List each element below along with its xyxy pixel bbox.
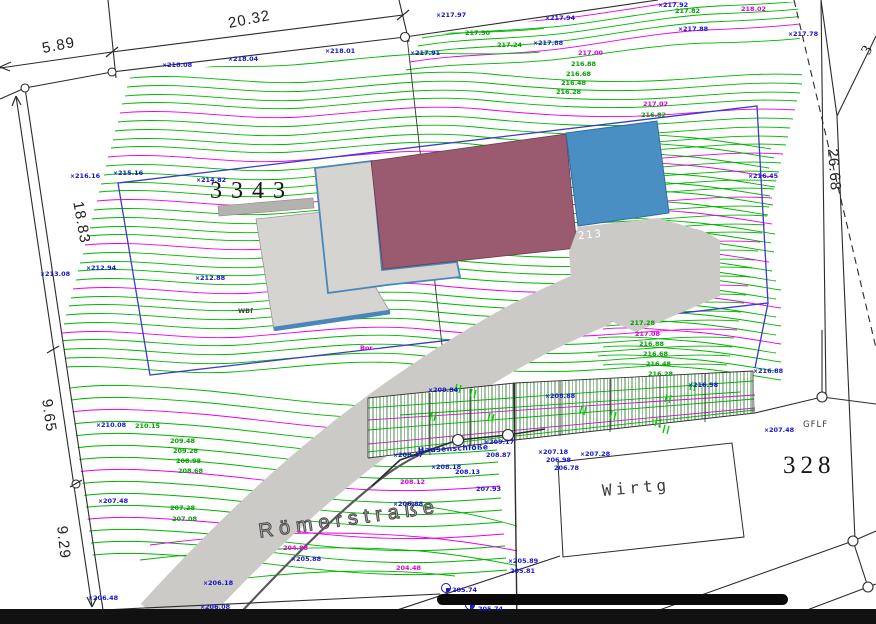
point-label: 217.88 <box>678 26 708 33</box>
point-label: 216.68 <box>566 71 591 78</box>
point-label: 206.88 <box>393 501 423 508</box>
point-label: 210.15 <box>135 423 160 430</box>
point-label: 204.88 <box>283 545 308 552</box>
point-label: 216.68 <box>643 351 668 358</box>
point-label: 217.94 <box>545 15 575 22</box>
point-label: 204.48 <box>396 565 421 572</box>
point-label: 214.82 <box>196 177 226 184</box>
point-label: 217.78 <box>788 31 818 38</box>
point-label: 205.81 <box>510 568 535 575</box>
point-label: 217.50 <box>465 30 490 37</box>
point-label: 206.48 <box>88 595 118 602</box>
point-label: 205.74 <box>452 587 477 594</box>
point-label: 217.28 <box>630 320 655 327</box>
point-label: 217.91 <box>410 50 440 57</box>
point-label: 215.16 <box>113 170 143 177</box>
point-label: 216.88 <box>571 61 596 68</box>
point-label: 207.48 <box>764 427 794 434</box>
point-label: 208.47 <box>393 452 423 459</box>
point-label: 217.24 <box>497 42 522 49</box>
point-label: 218.08 <box>162 62 192 69</box>
point-label: 205.74 <box>478 606 503 613</box>
point-label: Bor <box>360 345 373 352</box>
point-label: 218.04 <box>228 56 258 63</box>
point-label: 207.28 <box>170 505 195 512</box>
point-label: 209.48 <box>170 438 195 445</box>
point-label: 217.00 <box>578 50 603 57</box>
point-label: 206.98 <box>546 457 571 464</box>
point-label: 213.08 <box>40 271 70 278</box>
point-label: 216.45 <box>748 173 778 180</box>
point-label: 206.78 <box>554 465 579 472</box>
point-labels-layer: 218.08 218.04 218.01 217.91 217.97 217.94 217.… <box>0 0 876 624</box>
point-label: 216.82 <box>641 112 666 119</box>
point-label: 207.93 <box>476 486 501 493</box>
point-label: 208.87 <box>486 452 511 459</box>
point-label: 217.08 <box>635 331 660 338</box>
point-label: 208.12 <box>400 479 425 486</box>
point-label: 216.16 <box>70 173 100 180</box>
point-label: 205.89 <box>508 558 538 565</box>
point-label: 206.18 <box>203 580 233 587</box>
point-label: 216.48 <box>561 80 586 87</box>
point-label: 209.84 <box>428 387 458 394</box>
point-label: 209.28 <box>173 448 198 455</box>
point-label: 217.97 <box>436 12 466 19</box>
point-label: 217.88 <box>533 40 563 47</box>
point-label: 208.68 <box>178 468 203 475</box>
point-label: WBf <box>238 308 253 315</box>
point-label: 208.88 <box>545 393 575 400</box>
point-label: 212.88 <box>195 275 225 282</box>
point-label: 208.98 <box>176 458 201 465</box>
point-label: 206.08 <box>200 604 230 611</box>
point-label: 205.88 <box>291 556 321 563</box>
point-label: 218.01 <box>325 48 355 55</box>
point-label: 217.82 <box>675 8 700 15</box>
point-label: 216.48 <box>646 361 671 368</box>
point-label: 216.28 <box>648 371 673 378</box>
point-label: 212.94 <box>86 265 116 272</box>
point-label: 216.98 <box>688 382 718 389</box>
point-label: 216.28 <box>556 89 581 96</box>
point-label: 218.02 <box>741 6 766 13</box>
point-label: 207.18 <box>538 449 568 456</box>
site-plan-canvas: 3343 328 213 3 Römerstraße Hausenschlöße… <box>0 0 876 624</box>
point-label: 207.48 <box>98 498 128 505</box>
point-label: 207.28 <box>580 451 610 458</box>
point-label: 216.88 <box>753 368 783 375</box>
point-label: 216.88 <box>639 341 664 348</box>
point-label: 208.13 <box>455 469 480 476</box>
point-label: 217.02 <box>643 101 668 108</box>
point-label: 207.08 <box>172 516 197 523</box>
point-label: 210.08 <box>96 422 126 429</box>
point-label: 209.17 <box>484 439 514 446</box>
